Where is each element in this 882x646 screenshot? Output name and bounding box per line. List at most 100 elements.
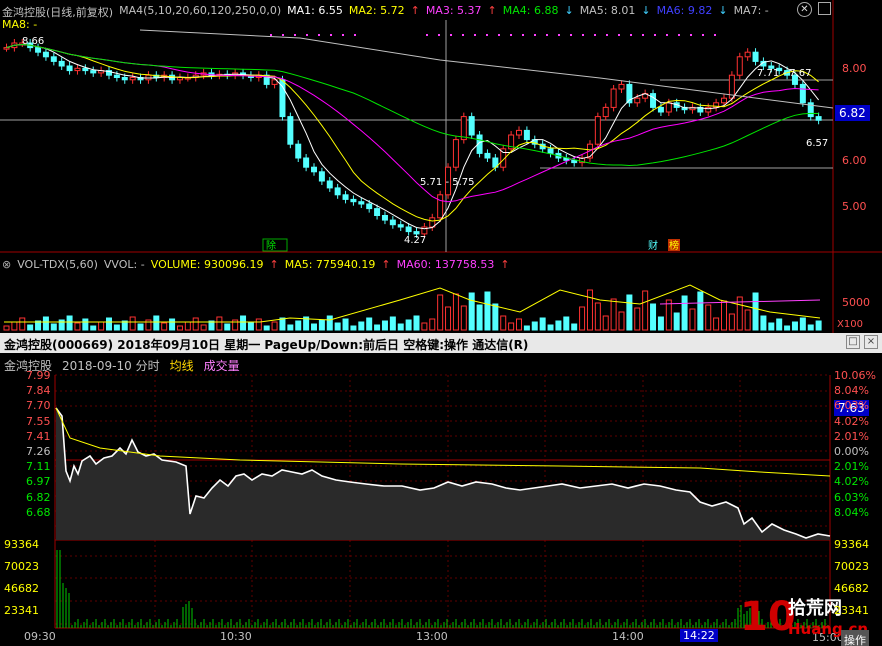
volume-bar <box>263 325 270 331</box>
volume-bar <box>90 325 97 331</box>
event-marker: 除 <box>266 239 276 252</box>
candle-body <box>460 116 467 141</box>
candle-body <box>657 106 664 113</box>
volume-bar <box>650 303 657 331</box>
intraday-avg-line-label: 均线 <box>169 359 194 373</box>
close-icon[interactable]: ✕ <box>797 2 812 17</box>
volume-bar <box>389 316 396 331</box>
top-legend: 金鸿控股(日线,前复权) MA4(5,10,20,60,120,250,0,0)… <box>2 4 769 19</box>
legend-ma8: MA8: - <box>2 18 38 31</box>
volume-bar <box>366 317 373 331</box>
legend-ma1: MA1: 6.55 <box>287 4 343 17</box>
volume-bar <box>571 323 578 331</box>
legend-ma6: MA6: 9.82 <box>656 4 713 17</box>
intraday-price-tick: 7.55 <box>26 414 51 428</box>
volume-bar <box>563 316 570 331</box>
candle-body <box>705 106 712 113</box>
intraday-pct-tick: 4.02% <box>834 414 869 428</box>
intraday-title: 金鸿控股(000669) 2018年09月10日 星期一 PageUp/Down… <box>4 338 529 352</box>
candle-body <box>66 65 73 72</box>
intraday-volume-tick: 93364 <box>834 538 869 551</box>
candle-body <box>516 129 522 136</box>
volume-legend: ⊗ VOL-TDX(5,60) VVOL: - VOLUME: 930096.1… <box>2 258 510 271</box>
candle-body <box>389 219 396 226</box>
volume-bar <box>279 317 286 331</box>
candle-body <box>634 97 641 104</box>
intraday-price-tick: 7.11 <box>26 460 51 474</box>
intraday-pct-tick: 0.00% <box>834 445 869 458</box>
volume-bar <box>760 315 767 331</box>
candle-body <box>74 67 81 72</box>
intraday-pct-tick: 2.01% <box>834 429 869 443</box>
candle-body <box>334 187 341 196</box>
candle-body <box>468 116 475 136</box>
volume-bar <box>516 318 522 331</box>
volume-bar <box>334 322 341 331</box>
candle-body <box>413 231 420 235</box>
volume-bar <box>318 319 325 331</box>
intraday-volume-tick: 46682 <box>834 582 869 595</box>
volume-bar <box>311 323 317 331</box>
volume-bar <box>508 322 515 331</box>
intraday-pct-tick: 10.06% <box>834 369 876 382</box>
candle-body <box>50 56 57 62</box>
operate-tab[interactable]: 操作 <box>841 630 869 646</box>
vol-close-icon[interactable]: ⊗ <box>2 258 11 271</box>
candle-body <box>42 51 49 58</box>
volume-bar <box>776 318 783 331</box>
volume-bar <box>815 320 822 331</box>
candle-body <box>358 201 365 205</box>
volume-bar <box>358 321 365 331</box>
volume-bar <box>713 317 720 331</box>
volume-bar <box>326 315 333 331</box>
restore-icon[interactable]: □ <box>846 335 860 349</box>
volume-bar <box>240 315 247 331</box>
legend-ma-params: MA4(5,10,20,60,120,250,0,0) <box>119 4 282 17</box>
intraday-price-tick: 6.97 <box>26 475 51 489</box>
volume-bar <box>539 317 546 331</box>
close-icon[interactable]: × <box>864 335 878 349</box>
volume-bar <box>642 290 649 331</box>
intraday-price-tick: 6.68 <box>26 505 51 519</box>
volume-bar <box>11 321 18 331</box>
volume-bar <box>626 294 633 331</box>
volume-bar <box>413 315 420 331</box>
intraday-pct-tick: 8.04% <box>834 384 869 398</box>
candle-body <box>366 203 373 210</box>
legend-ma7: MA7: - <box>733 4 769 17</box>
volume-bar <box>523 325 530 331</box>
intraday-volume-tick: 70023 <box>834 560 869 573</box>
volume-bar <box>445 306 452 331</box>
candle-body <box>318 171 325 182</box>
candle-body <box>3 47 10 50</box>
volume-bar <box>500 315 507 331</box>
kline-chart[interactable]: 8.00 6.00 5.00 5000 X100 8.66 4.27 5.71 … <box>0 0 882 333</box>
candle-body <box>547 148 554 154</box>
volume-bar <box>555 320 562 331</box>
maximize-icon[interactable] <box>818 2 831 15</box>
volume-bar <box>492 303 499 331</box>
current-price-tag: 6.82 <box>835 105 870 121</box>
intraday-volume-tick: 93364 <box>4 538 39 551</box>
volume-bar <box>106 317 112 331</box>
candle-body <box>303 157 310 168</box>
volume-bar <box>42 316 49 331</box>
volume-bar <box>784 325 791 331</box>
candle-body <box>113 74 120 78</box>
volume-bar <box>224 323 231 331</box>
candle-body <box>129 77 136 81</box>
volume-bar <box>807 324 814 331</box>
intraday-date: 2018-09-10 分时 <box>62 359 160 373</box>
high-annotation: 8.66 <box>22 36 44 47</box>
vol-volume: VOLUME: 930096.19 <box>150 258 264 271</box>
candle-body <box>484 152 491 159</box>
price-tick: 5.00 <box>842 200 867 213</box>
volume-bar <box>768 322 775 331</box>
intraday-pct-tick: 8.04% <box>834 505 869 519</box>
candle-body <box>58 60 65 67</box>
volume-bar <box>153 315 160 331</box>
intraday-volume-label: 成交量 <box>203 359 240 373</box>
volume-bar <box>791 321 798 331</box>
volume-bar <box>681 295 688 331</box>
intraday-pct-tick: 6.03% <box>834 399 869 413</box>
